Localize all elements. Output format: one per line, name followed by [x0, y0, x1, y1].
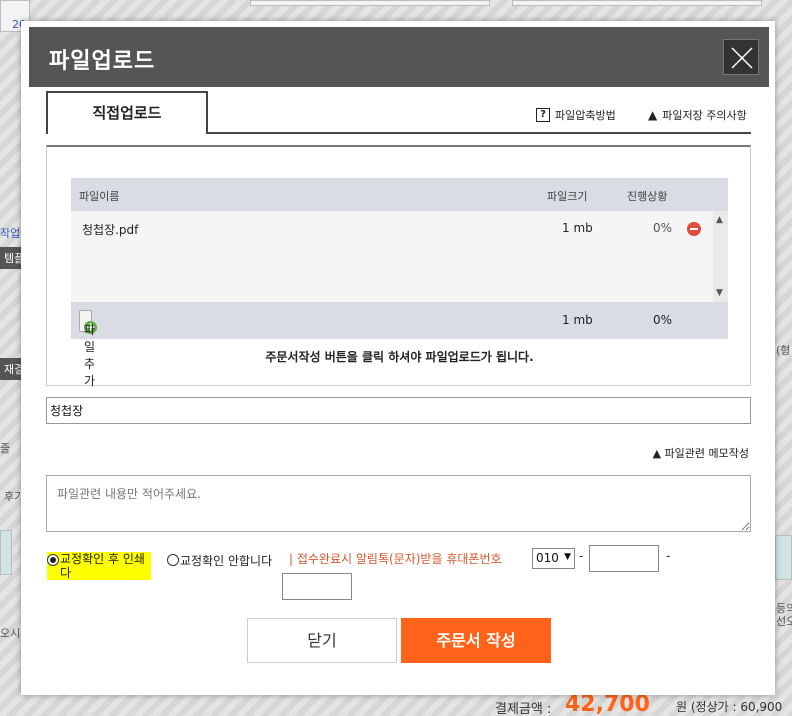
radio-selected-icon: [47, 554, 59, 566]
bg-thumbnail-right: [775, 535, 792, 580]
bg-fragment: 선오: [776, 615, 792, 628]
close-button[interactable]: [723, 39, 759, 75]
compress-help-link[interactable]: ? 파일압축방법: [536, 107, 616, 123]
close-dialog-button[interactable]: 닫기: [247, 618, 397, 663]
storage-warning-link[interactable]: ▲ 파일저장 주의사항: [648, 107, 747, 123]
file-size: 1 mb: [562, 221, 593, 235]
memo-link[interactable]: ▲ 파일관련 메모작성: [653, 445, 749, 461]
proof-option-print[interactable]: 교정확인 후 인쇄다: [47, 552, 151, 580]
file-list-scrollbar[interactable]: ▲ ▼: [713, 211, 728, 302]
bg-fragment: (형: [776, 344, 791, 357]
bg-fragment[interactable]: 작업: [0, 225, 20, 241]
proof-option-label: 교정확인 후 인쇄다: [60, 552, 145, 580]
bg-price-value: 42,700: [565, 692, 650, 716]
sms-phone-label: | 접수완료시 알림톡(문자)받을 휴대폰번호: [289, 552, 502, 566]
close-icon: [731, 47, 753, 69]
scroll-down-icon[interactable]: ▼: [716, 288, 723, 298]
phone-prefix-value: 010: [536, 551, 559, 565]
column-header-name: 파일이름: [79, 190, 120, 203]
phone-last-input[interactable]: [282, 573, 352, 600]
table-row[interactable]: 청첩장.pdf 1 mb 0%: [71, 211, 728, 244]
tab-underline: [208, 132, 751, 134]
phone-dash: -: [579, 549, 584, 563]
bg-panel-top-right: [512, 0, 762, 6]
warning-icon: ▲: [648, 108, 658, 122]
tab-direct-upload[interactable]: 직접업로드: [46, 91, 208, 134]
scroll-up-icon[interactable]: ▲: [716, 215, 723, 225]
phone-prefix-select[interactable]: 010 ▼: [532, 548, 575, 569]
write-order-button[interactable]: 주문서 작성: [401, 618, 551, 663]
column-header-size: 파일크기: [547, 190, 588, 203]
file-table-header: 파일이름 파일크기 진행상황: [71, 178, 728, 211]
chevron-down-icon: ▼: [564, 552, 571, 562]
bg-panel-top-mid: [250, 0, 490, 6]
modal-title: 파일업로드: [49, 49, 156, 74]
upload-box: 파일이름 파일크기 진행상황 청첩장.pdf 1 mb 0% ▲ ▼ + 파일추…: [46, 145, 751, 388]
file-progress: 0%: [653, 221, 673, 235]
file-list[interactable]: 청첩장.pdf 1 mb 0% ▲ ▼: [71, 211, 728, 302]
memo-link-label: 파일관련 메모작성: [664, 447, 749, 460]
total-size: 1 mb: [562, 313, 593, 327]
radio-unselected-icon: [167, 554, 179, 566]
bg-price-note: 원 (정상가 : 60,900: [676, 700, 783, 714]
compress-help-label: 파일압축방법: [555, 109, 616, 122]
bg-price-label: 결제금액 :: [495, 702, 552, 716]
question-icon: ?: [536, 108, 550, 122]
warning-icon: ▲: [652, 447, 662, 460]
proof-option-skip[interactable]: 교정확인 안합니다: [167, 552, 272, 569]
column-header-progress: 진행상황: [627, 190, 668, 203]
file-table-footer: + 파일추가 1 mb 0%: [71, 302, 728, 388]
file-title-input[interactable]: [46, 397, 751, 424]
memo-textarea[interactable]: [46, 475, 751, 532]
file-table: 파일이름 파일크기 진행상황 청첩장.pdf 1 mb 0% ▲ ▼ + 파일추…: [71, 178, 728, 388]
phone-middle-input[interactable]: [589, 545, 659, 572]
proof-option-label: 교정확인 안합니다: [180, 554, 273, 568]
modal-header: 파일업로드: [29, 27, 769, 87]
add-file-button[interactable]: + 파일추가: [79, 310, 97, 388]
total-progress: 0%: [653, 313, 673, 327]
bg-thumbnail-left: [0, 530, 12, 575]
phone-dash: -: [666, 549, 671, 563]
storage-warning-label: 파일저장 주의사항: [662, 109, 747, 122]
bg-fragment: 줄: [0, 442, 11, 455]
file-name: 청첩장.pdf: [82, 223, 139, 237]
file-upload-modal: 파일업로드 직접업로드 ? 파일압축방법 ▲ 파일저장 주의사항 파일이름 파일…: [21, 21, 775, 695]
upload-notice: 주문서작성 버튼을 클릭 하셔야 파일업로드가 됩니다.: [265, 350, 534, 364]
remove-file-icon[interactable]: [687, 222, 701, 236]
